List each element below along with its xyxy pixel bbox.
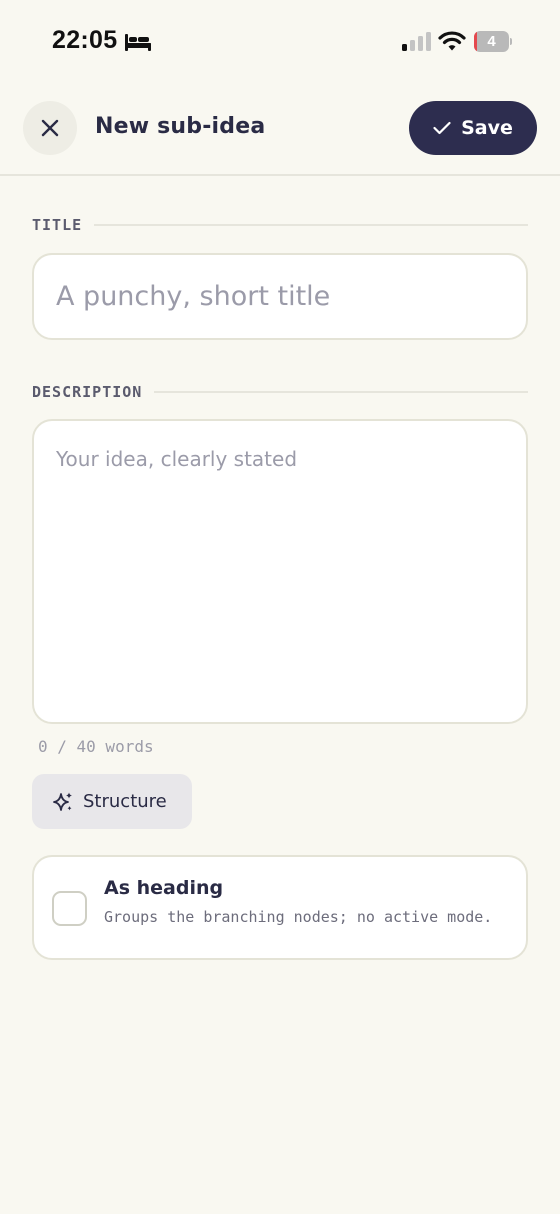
as-heading-checkbox[interactable] bbox=[52, 891, 87, 926]
save-button[interactable]: Save bbox=[409, 101, 537, 155]
close-button[interactable] bbox=[23, 101, 77, 155]
title-section-label: TITLE bbox=[32, 216, 528, 234]
battery-level: 4 bbox=[487, 33, 496, 50]
checkmark-icon bbox=[433, 121, 451, 135]
description-input[interactable] bbox=[32, 419, 528, 724]
title-label: TITLE bbox=[32, 216, 83, 234]
battery-icon: 4 bbox=[474, 31, 512, 52]
description-section-label: DESCRIPTION bbox=[32, 383, 528, 401]
word-count: 0 / 40 words bbox=[38, 737, 154, 756]
title-input[interactable] bbox=[32, 253, 528, 340]
close-icon bbox=[41, 119, 59, 137]
sparkles-icon bbox=[53, 792, 72, 811]
status-bar: 22:05 4 bbox=[0, 0, 560, 84]
wifi-icon bbox=[438, 31, 466, 51]
structure-button[interactable]: Structure bbox=[32, 774, 192, 829]
title-divider bbox=[94, 224, 528, 226]
description-divider bbox=[154, 391, 528, 393]
bed-icon bbox=[125, 34, 151, 51]
cellular-signal-icon bbox=[402, 32, 431, 51]
save-label: Save bbox=[461, 117, 513, 139]
as-heading-option[interactable]: As heading Groups the branching nodes; n… bbox=[32, 855, 528, 960]
as-heading-description: Groups the branching nodes; no active mo… bbox=[104, 908, 493, 926]
status-time: 22:05 bbox=[52, 26, 118, 54]
as-heading-title: As heading bbox=[104, 877, 224, 899]
description-label: DESCRIPTION bbox=[32, 383, 143, 401]
structure-label: Structure bbox=[83, 791, 167, 812]
header: New sub-idea Save bbox=[0, 84, 560, 176]
page-title: New sub-idea bbox=[95, 114, 266, 139]
